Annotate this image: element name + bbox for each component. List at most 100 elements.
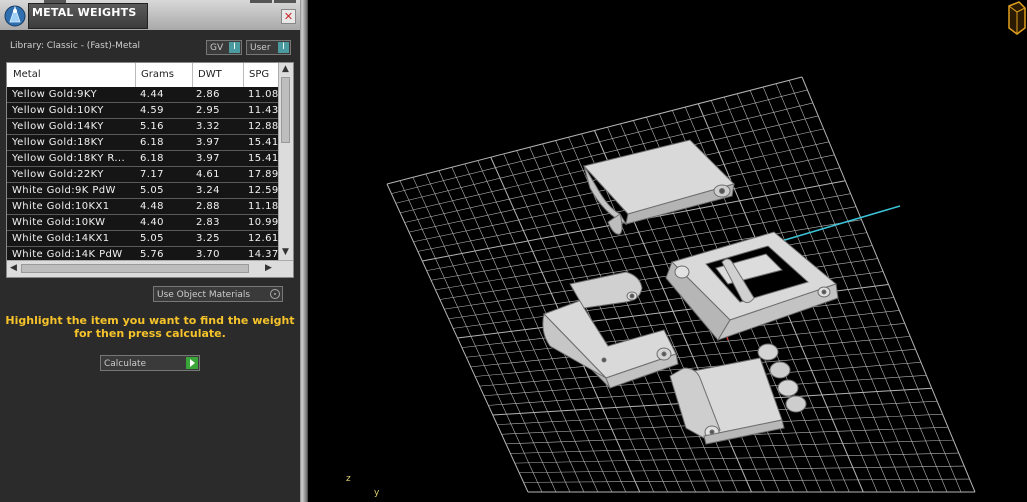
calculate-button[interactable]: Calculate [100,355,200,371]
close-button[interactable]: ✕ [281,9,296,24]
axis-label-z: z [346,474,351,484]
horizontal-scroll-thumb[interactable] [21,264,249,273]
panel-splitter[interactable] [300,0,308,502]
table-cell: 5.76 [140,249,164,260]
table-row[interactable]: White Gold:9K PdW 5.05 3.24 12.59 [7,183,279,199]
table-cell: Yellow Gold:9KY [12,89,97,100]
table-cell: 17.89 [248,169,278,180]
table-cell: Yellow Gold:10KY [12,105,104,116]
table-cell: 2.88 [196,201,220,212]
table-cell: 4.48 [140,201,164,212]
panel-title: METAL WEIGHTS [32,6,137,19]
grid-line [466,310,900,358]
column-header-grams[interactable]: Grams [141,69,174,80]
scroll-right-icon[interactable]: ▶ [265,263,272,273]
user-toggle-indicator: I [278,42,289,53]
instruction-line-1: Highlight the item you want to find the … [5,314,295,327]
horizontal-scrollbar[interactable]: ◀ ▶ [7,260,293,277]
table-cell: 3.97 [196,153,220,164]
viewport-canvas[interactable] [308,0,1027,502]
table-cell: Yellow Gold:18KY [12,137,104,148]
table-cell: 4.40 [140,217,164,228]
column-header-metal[interactable]: Metal [13,69,41,80]
table-cell: 3.97 [196,137,220,148]
table-cell: 2.95 [196,105,220,116]
3d-viewport[interactable]: z y [308,0,1027,502]
table-cell: 12.61 [248,233,278,244]
table-cell: 11.08 [248,89,278,100]
table-row[interactable]: White Gold:14K PdW 5.76 3.70 14.37 [7,247,279,261]
column-header-dwt[interactable]: DWT [198,69,222,80]
table-cell: 4.61 [196,169,220,180]
table-header: Metal Grams DWT SPG [7,63,279,88]
table-cell: 2.86 [196,89,220,100]
table-cell: 7.17 [140,169,164,180]
model-part-hinge[interactable] [669,343,807,445]
grid-line [470,323,905,368]
table-row[interactable]: White Gold:10KW 4.40 2.83 10.99 [7,215,279,231]
use-object-materials-option[interactable]: Use Object Materials [153,286,283,302]
use-object-materials-label: Use Object Materials [157,290,251,300]
scroll-up-icon[interactable]: ▲ [282,64,289,74]
table-cell: 11.18 [248,201,278,212]
table-row[interactable]: White Gold:10KX1 4.48 2.88 11.18 [7,199,279,215]
table-cell: 5.05 [140,185,164,196]
table-cell: 5.16 [140,121,164,132]
table-cell: 12.59 [248,185,278,196]
table-cell: White Gold:10KX1 [12,201,110,212]
column-divider[interactable] [243,63,244,87]
table-cell: 3.25 [196,233,220,244]
table-cell: 6.18 [140,153,164,164]
panel-titlebar: METAL WEIGHTS ✕ [0,0,300,30]
column-divider[interactable] [135,63,136,87]
vertical-scroll-thumb[interactable] [281,77,290,143]
table-row[interactable]: White Gold:14KX1 5.05 3.25 12.61 [7,231,279,247]
view-cube-icon[interactable] [1005,0,1027,36]
metal-table: Metal Grams DWT SPG Yellow Gold:9KY 4.44 2… [6,62,294,278]
table-cell: Yellow Gold:22KY [12,169,104,180]
table-cell: 6.18 [140,137,164,148]
table-cell: White Gold:14KX1 [12,233,110,244]
table-row[interactable]: Yellow Gold:18KY 6.18 3.97 15.41 [7,135,279,151]
grid-line [461,297,894,348]
instruction-line-2: for then press calculate. [74,327,226,340]
scroll-left-icon[interactable]: ◀ [10,263,17,273]
gv-toggle[interactable]: GV I [206,40,242,55]
table-cell: 3.24 [196,185,220,196]
table-row[interactable]: Yellow Gold:14KY 5.16 3.32 12.88 [7,119,279,135]
column-header-spg[interactable]: SPG [249,69,269,80]
titlebar-stub [250,0,272,3]
gv-toggle-indicator: I [229,42,240,53]
app-logo-icon [4,5,26,27]
table-cell: White Gold:14K PdW [12,249,123,260]
model-part-buckle[interactable] [665,231,839,341]
table-cell: Yellow Gold:18KY R... [12,153,126,164]
table-row[interactable]: Yellow Gold:22KY 7.17 4.61 17.89 [7,167,279,183]
grid-line [519,465,965,474]
table-cell: 4.59 [140,105,164,116]
calculate-label: Calculate [104,359,147,369]
column-divider[interactable] [192,63,193,87]
table-cell: 14.37 [248,249,278,260]
radio-icon[interactable] [270,289,280,299]
table-body: Yellow Gold:9KY 4.44 2.86 11.08 Yellow Gold:… [7,87,279,261]
metal-weights-panel: METAL WEIGHTS ✕ Library: Classic - (Fast… [0,0,300,502]
library-label: Library: Classic - (Fast)-Metal [10,41,141,51]
user-toggle[interactable]: User I [246,40,291,55]
titlebar-stub [274,0,296,3]
table-cell: 11.43 [248,105,278,116]
table-cell: White Gold:9K PdW [12,185,116,196]
table-row[interactable]: Yellow Gold:9KY 4.44 2.86 11.08 [7,87,279,103]
table-cell: 3.32 [196,121,220,132]
table-cell: 4.44 [140,89,164,100]
y-axis-line [777,205,901,243]
grid-line [510,439,954,454]
table-row[interactable]: Yellow Gold:18KY R... 6.18 3.97 15.41 [7,151,279,167]
vertical-scrollbar[interactable]: ▲ ▼ [278,63,293,261]
scroll-down-icon[interactable]: ▼ [282,247,289,257]
play-icon[interactable] [186,357,198,369]
table-cell: Yellow Gold:14KY [12,121,104,132]
table-row[interactable]: Yellow Gold:10KY 4.59 2.95 11.43 [7,103,279,119]
user-toggle-label: User [250,43,271,53]
table-cell: White Gold:10KW [12,217,106,228]
